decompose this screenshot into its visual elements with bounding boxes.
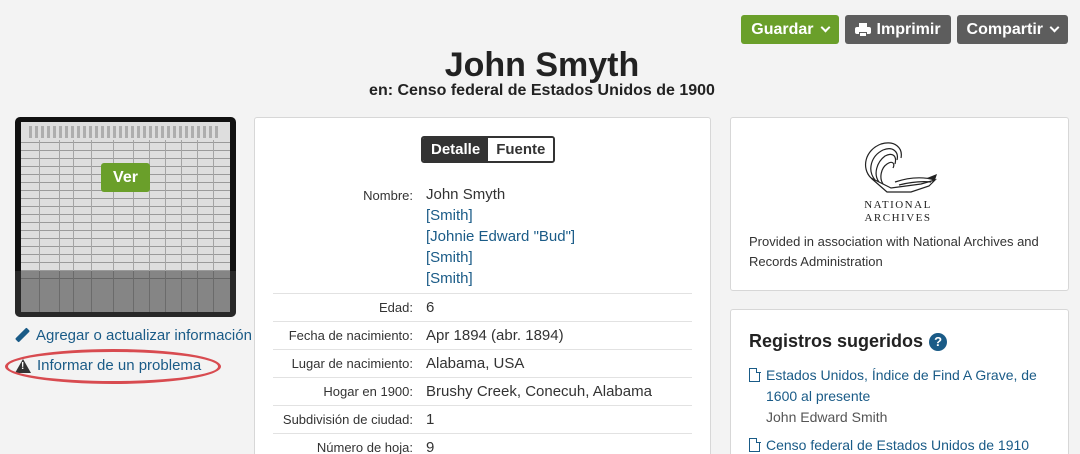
highlight-ellipse (5, 349, 221, 384)
field-value: Apr 1894 (abr. 1894) (426, 327, 564, 344)
field-label: Número de hoja: (316, 440, 413, 454)
suggested-record-link[interactable]: Censo federal de Estados Unidos de 1910 (766, 435, 1029, 454)
pencil-icon (15, 328, 30, 343)
suggested-records-heading: Registros sugeridos (749, 331, 924, 351)
detail-source-toggle: Detalle Fuente (421, 136, 556, 163)
print-button[interactable]: Imprimir (844, 15, 951, 44)
suggested-record-person: John Edward Smith (766, 409, 888, 425)
field-row-age: Edad: 6 (273, 293, 692, 321)
suggested-record-item[interactable]: Censo federal de Estados Unidos de 1910 (749, 435, 1049, 454)
help-icon[interactable]: ? (929, 332, 948, 351)
field-row-residence: Hogar en 1900: Brushy Creek, Conecuh, Al… (273, 377, 692, 405)
record-image-thumbnail[interactable] (15, 117, 236, 317)
primary-name: John Smyth (426, 186, 506, 203)
document-icon (749, 437, 761, 452)
add-update-info-label: Agregar o actualizar información (36, 327, 252, 344)
chevron-down-icon (820, 22, 830, 33)
alt-name-link[interactable]: [Smith] (426, 268, 575, 289)
field-value: Alabama, USA (426, 355, 525, 372)
field-value: 1 (426, 411, 435, 428)
suggested-records-title: Registros sugeridos ? (749, 331, 948, 352)
suggested-records-panel: Registros sugeridos ? Estados Unidos, Ín… (730, 309, 1069, 454)
print-button-label: Imprimir (876, 20, 941, 38)
chevron-down-icon (1049, 22, 1060, 33)
save-button[interactable]: Guardar (741, 15, 839, 44)
svg-text:ARCHIVES: ARCHIVES (864, 212, 931, 224)
share-button-label: Compartir (966, 20, 1043, 38)
add-update-info-link[interactable]: Agregar o actualizar información (15, 327, 252, 344)
field-label: Hogar en 1900: (323, 384, 413, 399)
field-label: Subdivisión de ciudad: (282, 412, 413, 427)
field-value: 6 (426, 299, 435, 316)
collection-subtitle: en: Censo federal de Estados Unidos de 1… (369, 82, 715, 99)
tab-detail[interactable]: Detalle (423, 138, 489, 161)
page-title: John Smyth (444, 46, 640, 84)
alt-name-link[interactable]: [Johnie Edward "Bud"] (426, 226, 575, 247)
field-value: Brushy Creek, Conecuh, Alabama (426, 383, 652, 400)
field-label: Lugar de nacimiento: (291, 356, 413, 371)
field-label: Nombre: (363, 188, 413, 203)
record-details-panel: Detalle Fuente Nombre: John Smyth [Smith… (254, 117, 711, 454)
field-row-birth-date: Fecha de nacimiento: Apr 1894 (abr. 1894… (273, 321, 692, 349)
field-row-city-subdivision: Subdivisión de ciudad: 1 (273, 405, 692, 433)
share-button[interactable]: Compartir (956, 15, 1068, 44)
save-button-label: Guardar (751, 20, 814, 38)
document-icon (749, 367, 761, 382)
field-row-name: Nombre: John Smyth [Smith] [Johnie Edwar… (273, 184, 692, 289)
national-archives-panel: NATIONAL ARCHIVES Provided in associatio… (730, 117, 1069, 291)
alt-name-link[interactable]: [Smith] (426, 247, 575, 268)
national-archives-logo: NATIONAL ARCHIVES (864, 142, 938, 224)
view-image-button[interactable]: Ver (101, 163, 150, 192)
printer-icon (854, 22, 871, 37)
field-value: 9 (426, 439, 435, 454)
field-label: Edad: (379, 300, 413, 315)
toolbar: Guardar Imprimir Compartir (741, 15, 1068, 44)
alt-name-link[interactable]: [Smith] (426, 205, 575, 226)
suggested-record-item[interactable]: Estados Unidos, Índice de Find A Grave, … (749, 365, 1049, 428)
field-row-sheet-number: Número de hoja: 9 (273, 433, 692, 454)
tab-source[interactable]: Fuente (488, 138, 554, 161)
suggested-record-link[interactable]: Estados Unidos, Índice de Find A Grave, … (766, 365, 1049, 407)
field-value: John Smyth [Smith] [Johnie Edward "Bud"]… (426, 184, 575, 289)
field-label: Fecha de nacimiento: (288, 328, 413, 343)
svg-text:NATIONAL: NATIONAL (864, 199, 932, 211)
archives-attribution: Provided in association with National Ar… (749, 234, 1039, 269)
field-row-birth-place: Lugar de nacimiento: Alabama, USA (273, 349, 692, 377)
